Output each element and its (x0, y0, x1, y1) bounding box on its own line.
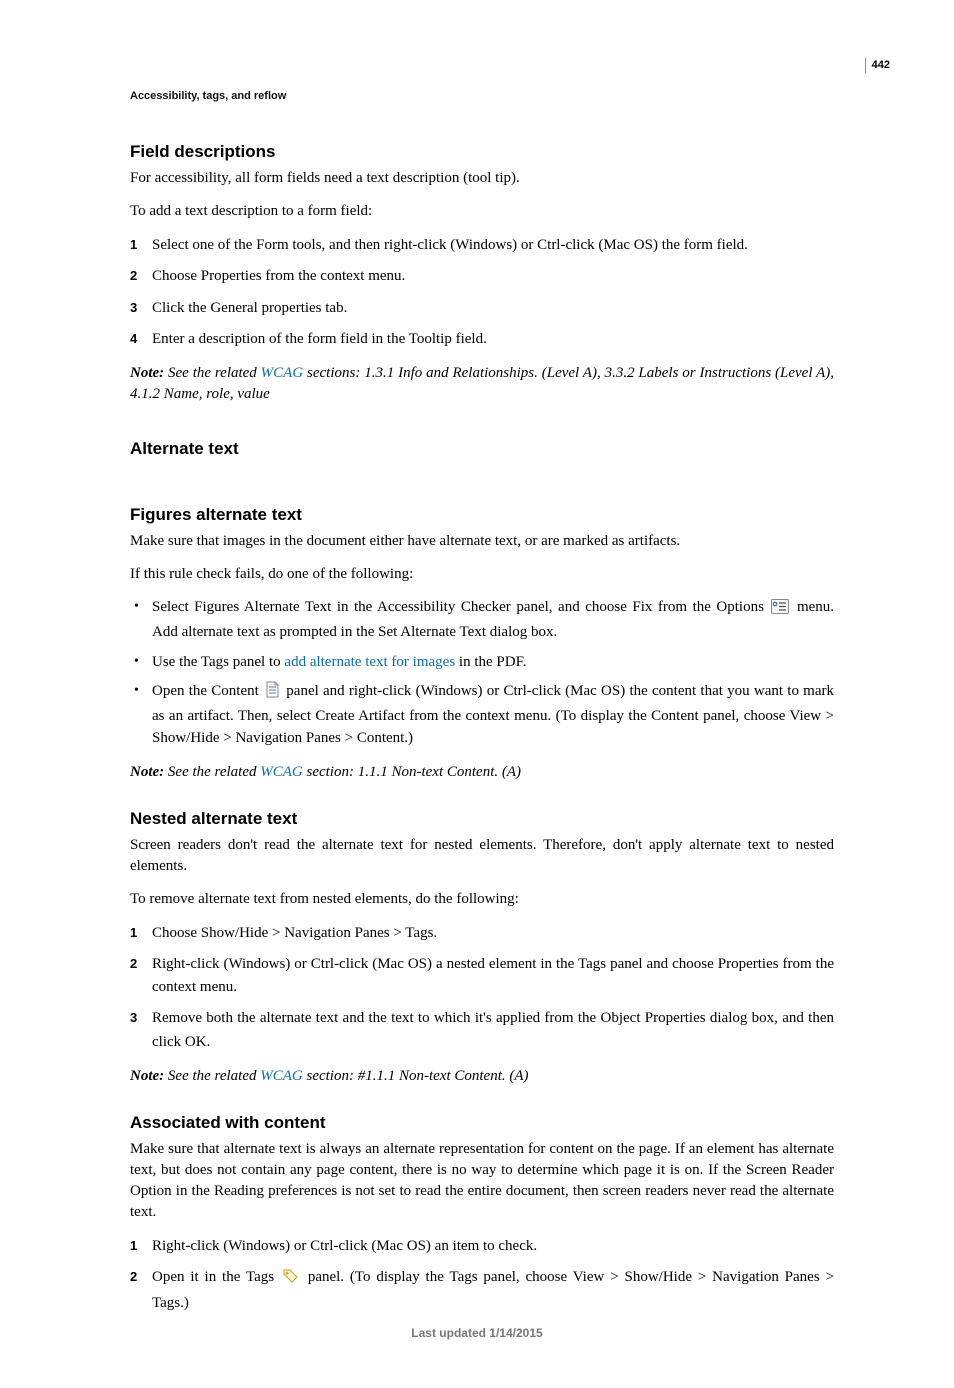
list-number: 4 (130, 329, 137, 349)
ordered-list: 1 Right-click (Windows) or Ctrl-click (Ma… (130, 1235, 834, 1316)
body-text: Make sure that alternate text is always … (130, 1139, 834, 1223)
list-number: 3 (130, 1008, 137, 1028)
list-item: 1 Choose Show/Hide > Navigation Panes > T… (130, 922, 834, 945)
list-item: Open the Content panel and right-click (… (130, 681, 834, 749)
note-body: See the related WCAG section: 1.1.1 Non-… (164, 764, 521, 780)
ordered-list: 1 Choose Show/Hide > Navigation Panes > T… (130, 922, 834, 1054)
note-label: Note: (130, 1068, 164, 1084)
list-text: Select Figures Alternate Text in the Acc… (152, 599, 764, 615)
list-text: Right-click (Windows) or Ctrl-click (Mac… (152, 1238, 537, 1254)
list-item: Select Figures Alternate Text in the Acc… (130, 597, 834, 644)
list-number: 2 (130, 266, 137, 286)
heading-associated-with-content: Associated with content (130, 1113, 834, 1133)
list-number: 1 (130, 923, 137, 943)
list-item: 1 Select one of the Form tools, and then … (130, 234, 834, 257)
heading-nested-alternate-text: Nested alternate text (130, 809, 834, 829)
list-number: 2 (130, 954, 137, 974)
note-body: See the related WCAG sections: 1.3.1 Inf… (130, 365, 834, 402)
body-text: To remove alternate text from nested ele… (130, 889, 834, 910)
list-number: 2 (130, 1267, 137, 1287)
note: Note: See the related WCAG sections: 1.3… (130, 363, 834, 405)
list-item: 2 Right-click (Windows) or Ctrl-click (Ma… (130, 953, 834, 1000)
note-label: Note: (130, 365, 164, 381)
note-body: See the related WCAG section: #1.1.1 Non… (164, 1068, 528, 1084)
list-number: 1 (130, 235, 137, 255)
list-text: Remove both the alternate text and the t… (152, 1010, 834, 1049)
list-item: 2 Choose Properties from the context menu… (130, 265, 834, 288)
page: 442 Accessibility, tags, and reflow Fiel… (0, 0, 954, 1388)
list-text: Open it in the Tags (152, 1269, 274, 1285)
list-item: 2 Open it in the Tags panel. (To display… (130, 1266, 834, 1316)
list-item: Use the Tags panel to add alternate text… (130, 652, 834, 674)
list-text: Choose Show/Hide > Navigation Panes > Ta… (152, 925, 437, 941)
add-alternate-text-link[interactable]: add alternate text for images (284, 654, 455, 670)
list-text: Select one of the Form tools, and then r… (152, 237, 748, 253)
heading-field-descriptions: Field descriptions (130, 142, 834, 162)
list-text: Choose Properties from the context menu. (152, 268, 405, 284)
body-text: If this rule check fails, do one of the … (130, 564, 834, 585)
body-text: To add a text description to a form fiel… (130, 201, 834, 222)
note: Note: See the related WCAG section: #1.1… (130, 1066, 834, 1087)
list-item: 4 Enter a description of the form field i… (130, 328, 834, 351)
list-text: Click the General properties tab. (152, 300, 347, 316)
heading-figures-alternate-text: Figures alternate text (130, 505, 834, 525)
wcag-link[interactable]: WCAG (261, 365, 304, 381)
body-text: Screen readers don't read the alternate … (130, 835, 834, 877)
note: Note: See the related WCAG section: 1.1.… (130, 762, 834, 783)
list-number: 1 (130, 1236, 137, 1256)
note-label: Note: (130, 764, 164, 780)
footer-last-updated: Last updated 1/14/2015 (0, 1326, 954, 1340)
list-number: 3 (130, 298, 137, 318)
list-text: Enter a description of the form field in… (152, 331, 487, 347)
list-text: Open the Content (152, 683, 263, 699)
list-item: 3 Remove both the alternate text and the … (130, 1007, 834, 1054)
unordered-list: Select Figures Alternate Text in the Acc… (130, 597, 834, 750)
page-number: 442 (865, 58, 890, 73)
ordered-list: 1 Select one of the Form tools, and then … (130, 234, 834, 351)
body-text: Make sure that images in the document ei… (130, 531, 834, 552)
list-item: 1 Right-click (Windows) or Ctrl-click (Ma… (130, 1235, 834, 1258)
list-text: in the PDF. (455, 654, 526, 670)
list-item: 3 Click the General properties tab. (130, 297, 834, 320)
options-menu-icon (771, 599, 789, 622)
breadcrumb: Accessibility, tags, and reflow (130, 90, 834, 102)
wcag-link[interactable]: WCAG (260, 764, 303, 780)
heading-alternate-text: Alternate text (130, 439, 834, 459)
list-text: Right-click (Windows) or Ctrl-click (Mac… (152, 956, 834, 995)
tags-panel-icon (282, 1268, 300, 1292)
content-panel-icon (265, 681, 280, 706)
list-text: Use the Tags panel to (152, 654, 284, 670)
wcag-link[interactable]: WCAG (260, 1068, 303, 1084)
body-text: For accessibility, all form fields need … (130, 168, 834, 189)
